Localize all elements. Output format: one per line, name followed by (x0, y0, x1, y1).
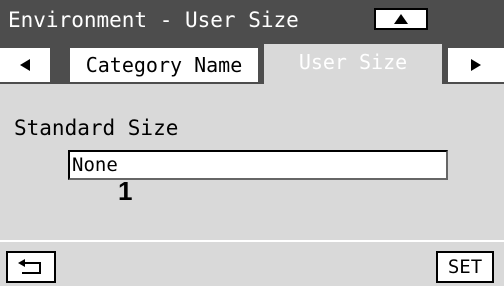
tab-bar: Category Name User Size (0, 44, 504, 86)
back-button[interactable] (6, 251, 56, 283)
triangle-left-icon (20, 59, 30, 71)
triangle-up-icon (394, 14, 408, 24)
tab-next-button[interactable] (448, 48, 504, 82)
scroll-up-button[interactable] (374, 8, 428, 30)
triangle-right-icon (471, 59, 481, 71)
standard-size-label: Standard Size (14, 116, 179, 140)
screen-title: Environment - User Size (8, 8, 299, 32)
tab-prev-button[interactable] (0, 48, 50, 82)
tab-category-name[interactable]: Category Name (70, 48, 258, 82)
return-arrow-icon (18, 259, 41, 274)
standard-size-value: None (72, 154, 118, 176)
set-button[interactable]: SET (436, 251, 494, 283)
user-size-screen: Environment - User Size Category Name Us… (0, 0, 504, 286)
callout-number: 1 (118, 176, 133, 206)
tab-user-size[interactable]: User Size (264, 44, 442, 86)
footer-divider (0, 240, 504, 242)
title-bar: Environment - User Size (0, 0, 504, 44)
